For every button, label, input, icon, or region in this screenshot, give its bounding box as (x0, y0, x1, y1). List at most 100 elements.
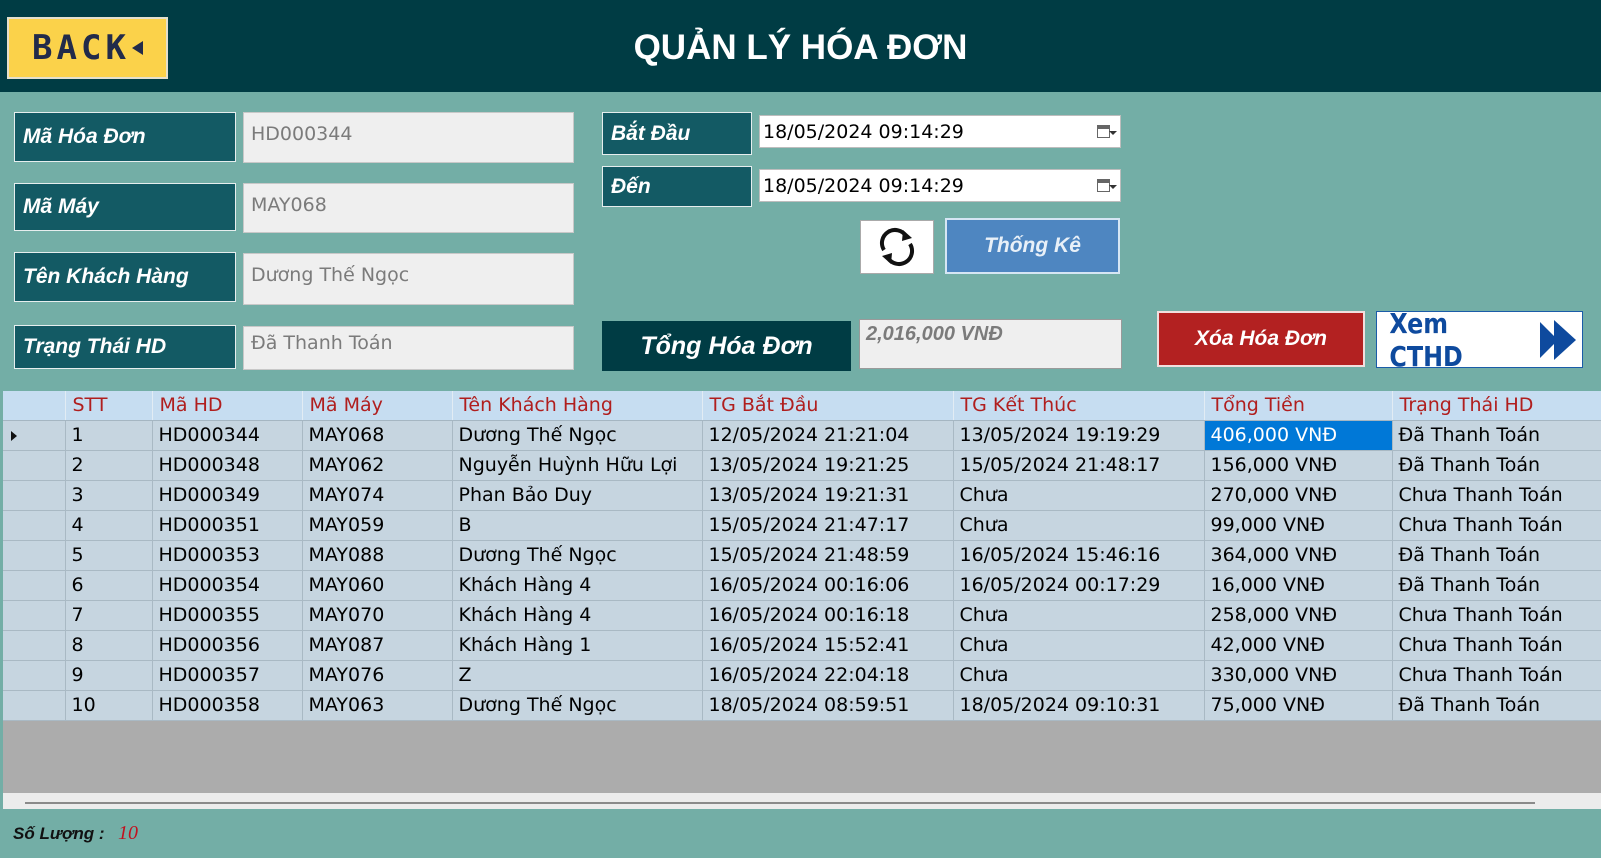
bat-dau-datepicker[interactable]: 18/05/2024 09:14:29 (759, 115, 1121, 148)
ten-khach-hang-field[interactable]: Dương Thế Ngọc (243, 253, 574, 305)
cell-stt[interactable]: 8 (65, 630, 153, 661)
cell-ten-khach-hang[interactable]: Dương Thế Ngọc (452, 690, 703, 721)
row-header[interactable] (3, 660, 66, 691)
cell-ma-hd[interactable]: HD000349 (152, 480, 303, 511)
cell-tg-bat-dau[interactable]: 13/05/2024 19:21:31 (702, 480, 954, 511)
cell-stt[interactable]: 3 (65, 480, 153, 511)
cell-trang-thai-hd[interactable]: Đã Thanh Toán (1392, 540, 1601, 571)
cell-stt[interactable]: 6 (65, 570, 153, 601)
cell-trang-thai-hd[interactable]: Đã Thanh Toán (1392, 420, 1601, 451)
row-header[interactable] (3, 630, 66, 661)
table-row[interactable]: 9 HD000357 MAY076 Z 16/05/2024 22:04:18 Chưa 3… (3, 660, 1601, 691)
cell-tg-bat-dau[interactable]: 12/05/2024 21:21:04 (702, 420, 954, 451)
cell-ten-khach-hang[interactable]: Phan Bảo Duy (452, 480, 703, 511)
table-row[interactable]: 3 HD000349 MAY074 Phan Bảo Duy 13/05/2024 19… (3, 480, 1601, 511)
cell-tong-tien[interactable]: 99,000 VNĐ (1204, 510, 1393, 541)
cell-ten-khach-hang[interactable]: Z (452, 660, 703, 691)
cell-ten-khach-hang[interactable]: Khách Hàng 4 (452, 570, 703, 601)
cell-tg-ket-thuc[interactable]: 16/05/2024 15:46:16 (953, 540, 1205, 571)
cell-trang-thai-hd[interactable]: Đã Thanh Toán (1392, 570, 1601, 601)
cell-ma-hd[interactable]: HD000356 (152, 630, 303, 661)
cell-ma-may[interactable]: MAY088 (302, 540, 453, 571)
cell-ten-khach-hang[interactable]: Dương Thế Ngọc (452, 540, 703, 571)
row-header[interactable] (3, 570, 66, 601)
chevron-down-icon[interactable] (1109, 185, 1117, 189)
cell-ma-hd[interactable]: HD000351 (152, 510, 303, 541)
cell-tg-bat-dau[interactable]: 16/05/2024 15:52:41 (702, 630, 954, 661)
cell-tg-ket-thuc[interactable]: Chưa (953, 660, 1205, 691)
cell-ma-may[interactable]: MAY087 (302, 630, 453, 661)
cell-tg-bat-dau[interactable]: 16/05/2024 22:04:18 (702, 660, 954, 691)
cell-tg-bat-dau[interactable]: 16/05/2024 00:16:18 (702, 600, 954, 631)
chevron-down-icon[interactable] (1109, 131, 1117, 135)
row-header[interactable] (3, 420, 66, 451)
table-row[interactable]: 7 HD000355 MAY070 Khách Hàng 4 16/05/2024 00… (3, 600, 1601, 631)
cell-stt[interactable]: 7 (65, 600, 153, 631)
cell-tg-ket-thuc[interactable]: 16/05/2024 00:17:29 (953, 570, 1205, 601)
column-header-trang-thai-hd[interactable]: Trạng Thái HD (1392, 391, 1601, 421)
cell-ma-hd[interactable]: HD000348 (152, 450, 303, 481)
row-header[interactable] (3, 510, 66, 541)
table-row[interactable]: 2 HD000348 MAY062 Nguyễn Huỳnh Hữu Lợi 13/05… (3, 450, 1601, 481)
cell-ma-hd[interactable]: HD000358 (152, 690, 303, 721)
column-header-stt[interactable]: STT (65, 391, 153, 421)
thong-ke-button[interactable]: Thống Kê (945, 218, 1120, 274)
table-row[interactable]: 6 HD000354 MAY060 Khách Hàng 4 16/05/2024 00… (3, 570, 1601, 601)
cell-ma-hd[interactable]: HD000353 (152, 540, 303, 571)
cell-ma-may[interactable]: MAY070 (302, 600, 453, 631)
cell-ma-hd[interactable]: HD000357 (152, 660, 303, 691)
cell-trang-thai-hd[interactable]: Chưa Thanh Toán (1392, 480, 1601, 511)
horizontal-scrollbar[interactable] (3, 793, 1601, 809)
cell-ma-hd[interactable]: HD000344 (152, 420, 303, 451)
cell-trang-thai-hd[interactable]: Chưa Thanh Toán (1392, 660, 1601, 691)
row-header[interactable] (3, 540, 66, 571)
cell-stt[interactable]: 4 (65, 510, 153, 541)
row-header[interactable] (3, 480, 66, 511)
column-header-tong-tien[interactable]: Tổng Tiền (1204, 391, 1393, 421)
cell-ma-may[interactable]: MAY074 (302, 480, 453, 511)
cell-ma-may[interactable]: MAY060 (302, 570, 453, 601)
table-row[interactable]: 5 HD000353 MAY088 Dương Thế Ngọc 15/05/2024 … (3, 540, 1601, 571)
cell-ma-may[interactable]: MAY068 (302, 420, 453, 451)
cell-ten-khach-hang[interactable]: B (452, 510, 703, 541)
cell-tg-ket-thuc[interactable]: Chưa (953, 600, 1205, 631)
cell-tg-ket-thuc[interactable]: 15/05/2024 21:48:17 (953, 450, 1205, 481)
cell-ma-may[interactable]: MAY076 (302, 660, 453, 691)
cell-tg-bat-dau[interactable]: 15/05/2024 21:47:17 (702, 510, 954, 541)
view-invoice-detail-button[interactable]: Xem CTHD (1376, 307, 1583, 373)
cell-ma-may[interactable]: MAY062 (302, 450, 453, 481)
table-row[interactable]: 8 HD000356 MAY087 Khách Hàng 1 16/05/2024 15… (3, 630, 1601, 661)
cell-tg-bat-dau[interactable]: 18/05/2024 08:59:51 (702, 690, 954, 721)
trang-thai-field[interactable]: Đã Thanh Toán (243, 326, 574, 370)
cell-ten-khach-hang[interactable]: Dương Thế Ngọc (452, 420, 703, 451)
cell-trang-thai-hd[interactable]: Đã Thanh Toán (1392, 450, 1601, 481)
cell-trang-thai-hd[interactable]: Đã Thanh Toán (1392, 690, 1601, 721)
cell-tg-bat-dau[interactable]: 13/05/2024 19:21:25 (702, 450, 954, 481)
table-row[interactable]: 4 HD000351 MAY059 B 15/05/2024 21:47:17 Chưa 9… (3, 510, 1601, 541)
cell-ma-may[interactable]: MAY059 (302, 510, 453, 541)
cell-tg-bat-dau[interactable]: 16/05/2024 00:16:06 (702, 570, 954, 601)
cell-tg-ket-thuc[interactable]: 13/05/2024 19:19:29 (953, 420, 1205, 451)
cell-ten-khach-hang[interactable]: Khách Hàng 4 (452, 600, 703, 631)
cell-stt[interactable]: 2 (65, 450, 153, 481)
cell-tg-ket-thuc[interactable]: Chưa (953, 480, 1205, 511)
cell-stt[interactable]: 1 (65, 420, 153, 451)
row-header[interactable] (3, 690, 66, 721)
cell-stt[interactable]: 5 (65, 540, 153, 571)
column-header-ten-khach-hang[interactable]: Tên Khách Hàng (452, 391, 703, 421)
column-header-tg-bat-dau[interactable]: TG Bắt Đầu (702, 391, 954, 421)
cell-tong-tien[interactable]: 406,000 VNĐ (1204, 420, 1393, 451)
cell-tg-ket-thuc[interactable]: 18/05/2024 09:10:31 (953, 690, 1205, 721)
cell-trang-thai-hd[interactable]: Chưa Thanh Toán (1392, 630, 1601, 661)
cell-tong-tien[interactable]: 42,000 VNĐ (1204, 630, 1393, 661)
cell-ten-khach-hang[interactable]: Nguyễn Huỳnh Hữu Lợi (452, 450, 703, 481)
table-row[interactable]: 1 HD000344 MAY068 Dương Thế Ngọc 12/05/2024 … (3, 420, 1601, 451)
invoice-grid[interactable]: STT Mã HD Mã Máy Tên Khách Hàng TG Bắt Đầu TG… (3, 391, 1601, 793)
cell-tong-tien[interactable]: 258,000 VNĐ (1204, 600, 1393, 631)
row-header[interactable] (3, 450, 66, 481)
cell-tg-bat-dau[interactable]: 15/05/2024 21:48:59 (702, 540, 954, 571)
cell-ten-khach-hang[interactable]: Khách Hàng 1 (452, 630, 703, 661)
cell-tong-tien[interactable]: 156,000 VNĐ (1204, 450, 1393, 481)
cell-stt[interactable]: 9 (65, 660, 153, 691)
column-header-ma-may[interactable]: Mã Máy (302, 391, 453, 421)
